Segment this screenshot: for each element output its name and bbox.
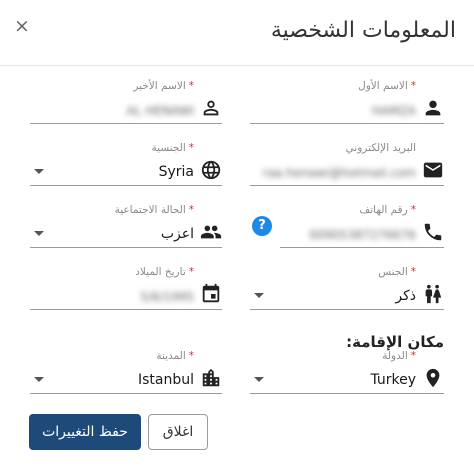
gender-select[interactable]: *الجنس ذكر	[250, 266, 444, 310]
email-input[interactable]: raa.henawi@hotmail.com	[263, 166, 416, 180]
personal-info-dialog: المعلومات الشخصية × *الاسم الأول HAMZA *…	[0, 0, 474, 466]
close-icon[interactable]: ×	[12, 16, 32, 36]
first-name-field[interactable]: *الاسم الأول HAMZA	[250, 80, 444, 124]
country-select[interactable]: *الدولة Turkey	[250, 350, 444, 394]
mail-icon	[422, 159, 444, 181]
marital-status-value[interactable]: اعزب	[161, 226, 194, 242]
required-mark: *	[410, 350, 416, 362]
person-outline-icon	[200, 97, 222, 119]
required-mark: *	[410, 266, 416, 278]
required-mark: *	[410, 204, 416, 216]
people-icon	[200, 221, 222, 243]
required-mark: *	[188, 350, 194, 362]
required-mark: *	[188, 204, 194, 216]
close-button[interactable]: اغلاق	[148, 414, 208, 450]
email-label: البريد الإلكتروني	[345, 142, 416, 154]
chevron-down-icon[interactable]	[254, 377, 264, 382]
residence-section-title: مكان الإقامة:	[346, 333, 444, 351]
required-mark: *	[188, 266, 194, 278]
birth-date-label: تاريخ الميلاد	[135, 266, 186, 278]
city-value[interactable]: Istanbul	[138, 372, 194, 388]
dialog-title: المعلومات الشخصية	[270, 18, 456, 43]
nationality-label: الجنسية	[151, 142, 186, 154]
city-label: المدينة	[156, 350, 186, 362]
birth-date-input[interactable]: 5/6/1995	[140, 290, 194, 304]
wc-icon	[422, 283, 444, 305]
globe-icon	[200, 159, 222, 181]
phone-field[interactable]: *رقم الهاتف 00905387276676	[280, 204, 444, 248]
header-divider	[0, 65, 474, 66]
first-name-input[interactable]: HAMZA	[372, 104, 416, 118]
phone-input[interactable]: 00905387276676	[309, 228, 416, 242]
city-select[interactable]: *المدينة Istanbul	[30, 350, 222, 394]
save-changes-button[interactable]: حفظ التغييرات	[29, 414, 141, 450]
marital-status-select[interactable]: *الحالة الاجتماعية اعزب	[30, 204, 222, 248]
country-value[interactable]: Turkey	[370, 372, 416, 388]
phone-label: رقم الهاتف	[359, 204, 408, 216]
required-mark: *	[188, 80, 194, 92]
required-mark: *	[188, 142, 194, 154]
phone-icon	[422, 221, 444, 243]
help-icon[interactable]: ?	[252, 216, 272, 236]
first-name-label: الاسم الأول	[358, 80, 408, 92]
country-label: الدولة	[382, 350, 408, 362]
last-name-label: الاسم الأخير	[133, 80, 186, 92]
city-icon	[200, 367, 222, 389]
required-mark: *	[410, 80, 416, 92]
nationality-select[interactable]: *الجنسية Syria	[30, 142, 222, 186]
chevron-down-icon[interactable]	[34, 169, 44, 174]
chevron-down-icon[interactable]	[254, 293, 264, 298]
last-name-field[interactable]: *الاسم الأخير AL HENAWI	[30, 80, 222, 124]
email-field[interactable]: البريد الإلكتروني raa.henawi@hotmail.com	[250, 142, 444, 186]
calendar-icon[interactable]	[200, 283, 222, 305]
chevron-down-icon[interactable]	[34, 377, 44, 382]
birth-date-field[interactable]: *تاريخ الميلاد 5/6/1995	[30, 266, 222, 310]
location-pin-icon	[422, 367, 444, 389]
gender-value[interactable]: ذكر	[395, 288, 416, 304]
person-icon	[422, 97, 444, 119]
last-name-input[interactable]: AL HENAWI	[127, 104, 194, 118]
marital-status-label: الحالة الاجتماعية	[114, 204, 186, 216]
nationality-value[interactable]: Syria	[159, 164, 194, 180]
chevron-down-icon[interactable]	[34, 231, 44, 236]
gender-label: الجنس	[378, 266, 408, 278]
